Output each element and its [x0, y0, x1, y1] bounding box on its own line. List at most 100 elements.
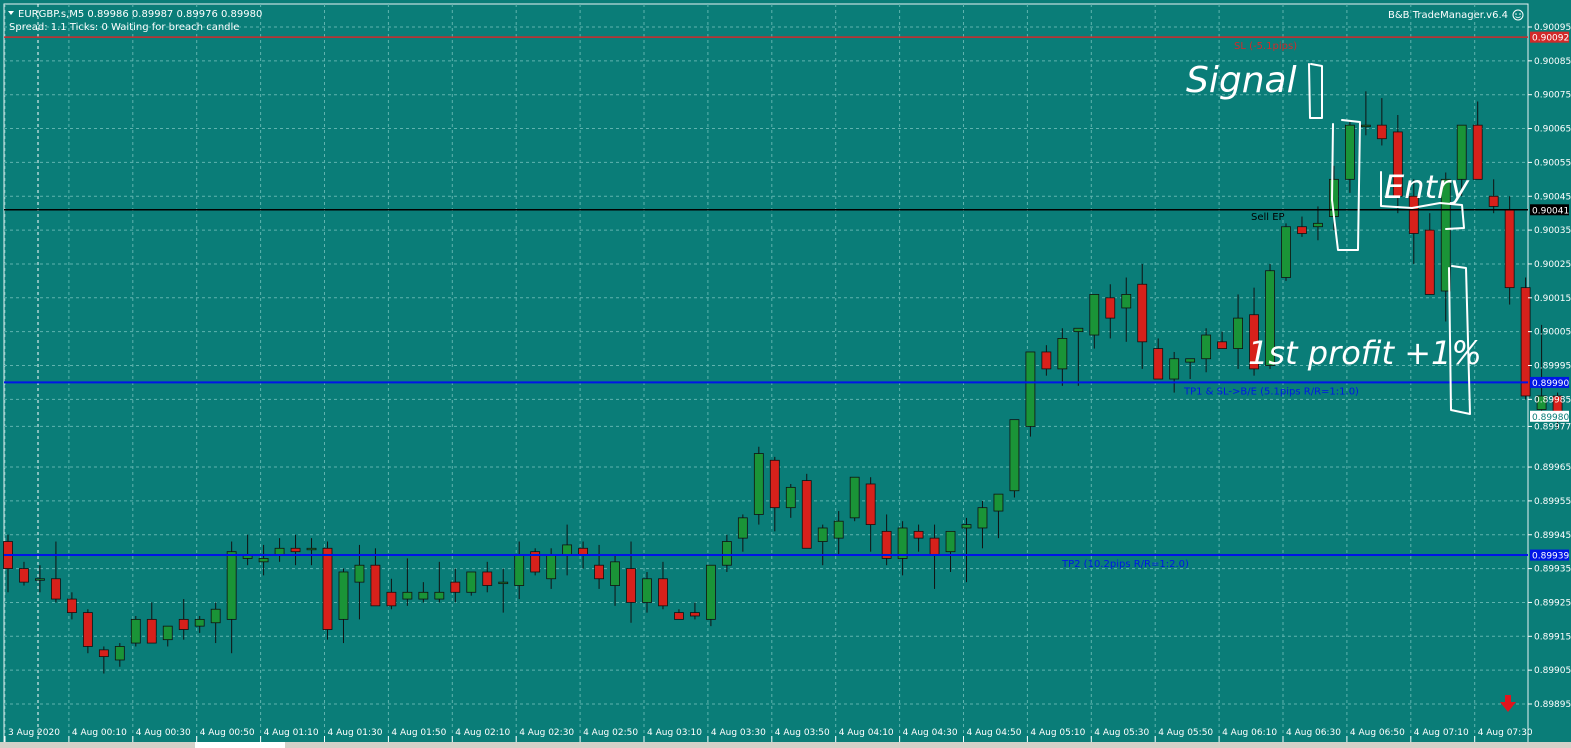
- stop-loss-label: SL (-5.1pips): [1234, 41, 1297, 52]
- tp1-price-tag: 0.89990: [1530, 376, 1569, 389]
- svg-text:0.89990: 0.89990: [1532, 379, 1569, 389]
- bid-price-tag: 0.89980: [1530, 410, 1569, 423]
- x-tick-label: 4 Aug 02:30: [519, 728, 574, 738]
- y-tick-label: 0.89985: [1534, 395, 1571, 405]
- entry-label: Sell EP: [1251, 212, 1285, 223]
- tp2-price-tag: 0.89939: [1530, 549, 1569, 562]
- bear-candle-body: [290, 547, 301, 553]
- x-tick-label: 4 Aug 00:10: [72, 728, 127, 738]
- bull-candle-body: [498, 581, 509, 585]
- bull-candle-body: [35, 578, 45, 581]
- x-tick-label: 4 Aug 05:30: [1094, 728, 1149, 738]
- active-chart-tab[interactable]: [195, 742, 285, 748]
- x-tick-label: 4 Aug 00:50: [200, 728, 255, 738]
- bear-candle-body: [769, 459, 780, 509]
- bull-candle-body: [817, 527, 828, 542]
- bull-candle-body: [897, 527, 908, 559]
- bull-candle-body: [610, 561, 620, 586]
- bear-candle-body: [594, 564, 604, 580]
- x-tick-label: 4 Aug 03:30: [711, 728, 766, 738]
- x-tick-label: 4 Aug 07:30: [1478, 728, 1533, 738]
- bull-candle-body: [514, 554, 525, 586]
- bear-candle-body: [913, 530, 924, 539]
- y-tick-label: 0.90095: [1534, 23, 1571, 33]
- candle: [753, 446, 764, 525]
- bull-candle-body: [945, 530, 956, 553]
- svg-text:0.89980: 0.89980: [1532, 413, 1569, 423]
- bear-candle-body: [1105, 297, 1116, 319]
- x-tick-label: 4 Aug 05:50: [1158, 728, 1213, 738]
- bull-candle-body: [833, 520, 844, 539]
- y-tick-label: 0.90055: [1534, 158, 1571, 168]
- candle: [1520, 277, 1531, 400]
- y-tick-label: 0.89977: [1534, 422, 1571, 432]
- candle: [801, 473, 812, 549]
- bear-candle-body: [1376, 124, 1387, 140]
- candle: [322, 541, 333, 640]
- y-tick-label: 0.90075: [1534, 91, 1571, 101]
- y-tick-label: 0.90025: [1534, 260, 1571, 270]
- y-tick-label: 0.89895: [1534, 700, 1571, 710]
- x-tick-label: 4 Aug 06:50: [1350, 728, 1405, 738]
- chart-tab-strip[interactable]: [0, 742, 1571, 748]
- svg-text:0.89939: 0.89939: [1532, 552, 1569, 562]
- bear-candle-body: [1297, 226, 1307, 234]
- bear-candle-body: [1488, 195, 1499, 207]
- bull-candle-body: [1201, 334, 1212, 360]
- bear-candle-body: [1137, 283, 1148, 343]
- bull-candle-body: [546, 554, 557, 580]
- bear-candle-body: [98, 649, 109, 658]
- bear-candle-body: [801, 480, 812, 549]
- bull-candle-body: [466, 571, 477, 593]
- bull-candle-body: [753, 453, 764, 515]
- x-tick-label: 4 Aug 03:50: [775, 728, 830, 738]
- bear-candle-body: [82, 612, 93, 647]
- take-profit-2-label: TP2 (10.2pips R/R=1:2.0): [1061, 559, 1189, 570]
- bull-candle-body: [562, 544, 573, 556]
- bear-candle-body: [322, 547, 333, 630]
- bull-candle-body: [1185, 358, 1196, 363]
- take-profit-1-label: TP1 & SL->B/E (5.1pips R/R=1:1.0): [1183, 386, 1359, 397]
- bear-candle-body: [482, 571, 493, 586]
- candle: [849, 476, 860, 522]
- candle: [530, 548, 541, 576]
- price-chart[interactable]: SL (-5.1pips) Sell EP TP1 & SL->B/E (5.1…: [0, 0, 1571, 748]
- bull-candle-body: [1057, 338, 1068, 370]
- y-tick-label: 0.89995: [1534, 362, 1571, 372]
- candle: [1009, 419, 1020, 498]
- bear-candle-body: [1520, 287, 1531, 397]
- candle: [82, 609, 93, 654]
- bear-candle-body: [178, 618, 189, 630]
- x-tick-label: 4 Aug 01:30: [328, 728, 383, 738]
- profit-annotation: 1st profit +1%: [1248, 334, 1482, 372]
- bear-candle-body: [386, 591, 397, 607]
- svg-text:0.90041: 0.90041: [1532, 206, 1569, 216]
- y-tick-label: 0.89955: [1534, 497, 1571, 507]
- bull-candle-body: [1313, 222, 1323, 228]
- bear-candle-body: [674, 612, 684, 620]
- bear-candle-body: [450, 581, 461, 593]
- bull-candle-body: [849, 476, 860, 519]
- bull-candle-body: [1345, 124, 1355, 180]
- bull-candle-body: [114, 646, 125, 661]
- bull-candle-body: [785, 486, 796, 509]
- status-line: Spread: 1.1 Ticks: 0 Waiting for breach …: [9, 22, 239, 33]
- sl-price-tag: 0.90092: [1530, 31, 1569, 44]
- bear-candle-body: [1153, 348, 1164, 380]
- price-axis[interactable]: 0.90095 0.90085 0.90075 0.90065 0.90055 0.900…: [1528, 23, 1571, 710]
- bull-candle-body: [642, 578, 652, 603]
- bull-candle-body: [402, 591, 413, 600]
- candle: [130, 615, 141, 647]
- y-tick-label: 0.89945: [1534, 531, 1571, 541]
- bull-candle-body: [1169, 358, 1180, 380]
- bear-candle-body: [865, 483, 876, 525]
- svg-text:0.90092: 0.90092: [1532, 34, 1569, 44]
- bear-candle-body: [370, 564, 381, 607]
- bear-candle-body: [1424, 229, 1435, 295]
- candle: [1025, 351, 1036, 437]
- y-tick-label: 0.89965: [1534, 463, 1571, 473]
- y-tick-label: 0.90005: [1534, 328, 1571, 338]
- bull-candle-body: [1073, 327, 1084, 333]
- y-tick-label: 0.89935: [1534, 565, 1571, 575]
- y-tick-label: 0.90065: [1534, 125, 1571, 135]
